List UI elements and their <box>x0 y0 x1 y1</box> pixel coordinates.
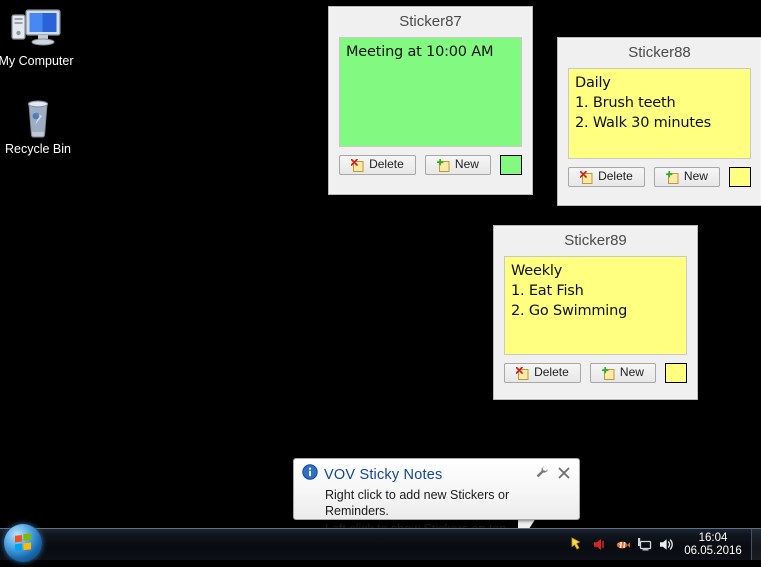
desktop-icon-my-computer[interactable]: My Computer <box>0 6 84 68</box>
windows-start-orb[interactable] <box>4 524 42 562</box>
new-button[interactable]: New <box>424 155 492 175</box>
network-tray-icon[interactable] <box>633 529 655 560</box>
new-button-label: New <box>454 157 479 171</box>
my-computer-icon <box>0 6 84 52</box>
clownfish-tray-icon[interactable] <box>611 529 633 560</box>
sticker-window[interactable]: Sticker89 Weekly 1. Eat Fish 2. Go Swimm… <box>493 225 698 400</box>
desktop-icon-recycle-bin[interactable]: Recycle Bin <box>0 94 86 156</box>
clock-date: 06.05.2016 <box>684 544 742 557</box>
show-desktop-button[interactable] <box>751 529 761 560</box>
desktop-icon-label: Recycle Bin <box>5 142 71 156</box>
new-note-icon <box>665 170 679 184</box>
new-button[interactable]: New <box>653 167 721 187</box>
volume-muted-tray-icon[interactable] <box>589 529 611 560</box>
taskbar[interactable]: 16:04 06.05.2016 <box>0 524 761 562</box>
sticker-button-row: Delete New <box>504 363 688 383</box>
sticker-title: Sticker89 <box>564 232 627 249</box>
sticker-window[interactable]: Sticker88 Daily 1. Brush teeth 2. Walk 3… <box>557 37 761 206</box>
delete-button[interactable]: Delete <box>568 167 645 187</box>
speaker-tray-icon[interactable] <box>655 529 677 560</box>
new-button-label: New <box>683 169 708 183</box>
clock-time: 16:04 <box>698 531 728 544</box>
balloon-header: VOV Sticky Notes <box>294 459 579 485</box>
delete-note-icon <box>579 170 593 184</box>
delete-button[interactable]: Delete <box>504 363 581 383</box>
close-icon[interactable] <box>558 466 570 484</box>
sticker-button-row: Delete New <box>568 167 752 187</box>
notification-balloon[interactable]: VOV Sticky Notes Right click to add new … <box>293 458 580 536</box>
desktop-background[interactable]: My Computer Recycle Bin Sticker87 Meetin… <box>0 0 761 562</box>
balloon-title: VOV Sticky Notes <box>324 466 443 483</box>
desktop-icon-label: My Computer <box>0 54 74 68</box>
info-icon <box>302 464 318 485</box>
new-button[interactable]: New <box>589 363 657 383</box>
sticker-title: Sticker87 <box>399 13 462 30</box>
sticker-note-text[interactable]: Weekly 1. Eat Fish 2. Go Swimming <box>504 256 687 355</box>
delete-button-label: Delete <box>598 169 633 183</box>
color-swatch[interactable] <box>729 167 752 187</box>
color-swatch[interactable] <box>500 155 523 175</box>
new-button-label: New <box>619 365 644 379</box>
taskbar-clock[interactable]: 16:04 06.05.2016 <box>677 532 751 558</box>
sticker-note-text[interactable]: Meeting at 10:00 AM <box>339 37 522 147</box>
sticker-note-text[interactable]: Daily 1. Brush teeth 2. Walk 30 minutes <box>568 68 751 159</box>
delete-button-label: Delete <box>369 157 404 171</box>
delete-note-icon <box>515 366 529 380</box>
balloon-actions <box>535 465 573 484</box>
new-note-icon <box>436 158 450 172</box>
recycle-bin-icon <box>0 94 86 140</box>
system-tray: 16:04 06.05.2016 <box>567 529 761 560</box>
sticker-window[interactable]: Sticker87 Meeting at 10:00 AM Delete New <box>328 6 533 195</box>
delete-button-label: Delete <box>534 365 569 379</box>
new-note-icon <box>601 366 615 380</box>
sticky-notes-tray-icon[interactable] <box>567 529 589 560</box>
color-swatch[interactable] <box>665 363 688 383</box>
sticker-button-row: Delete New <box>339 155 523 175</box>
sticker-title: Sticker88 <box>628 44 691 61</box>
delete-note-icon <box>350 158 364 172</box>
delete-button[interactable]: Delete <box>339 155 416 175</box>
balloon-line-1: Right click to add new Stickers or Remin… <box>325 488 510 518</box>
wrench-icon[interactable] <box>535 465 549 484</box>
